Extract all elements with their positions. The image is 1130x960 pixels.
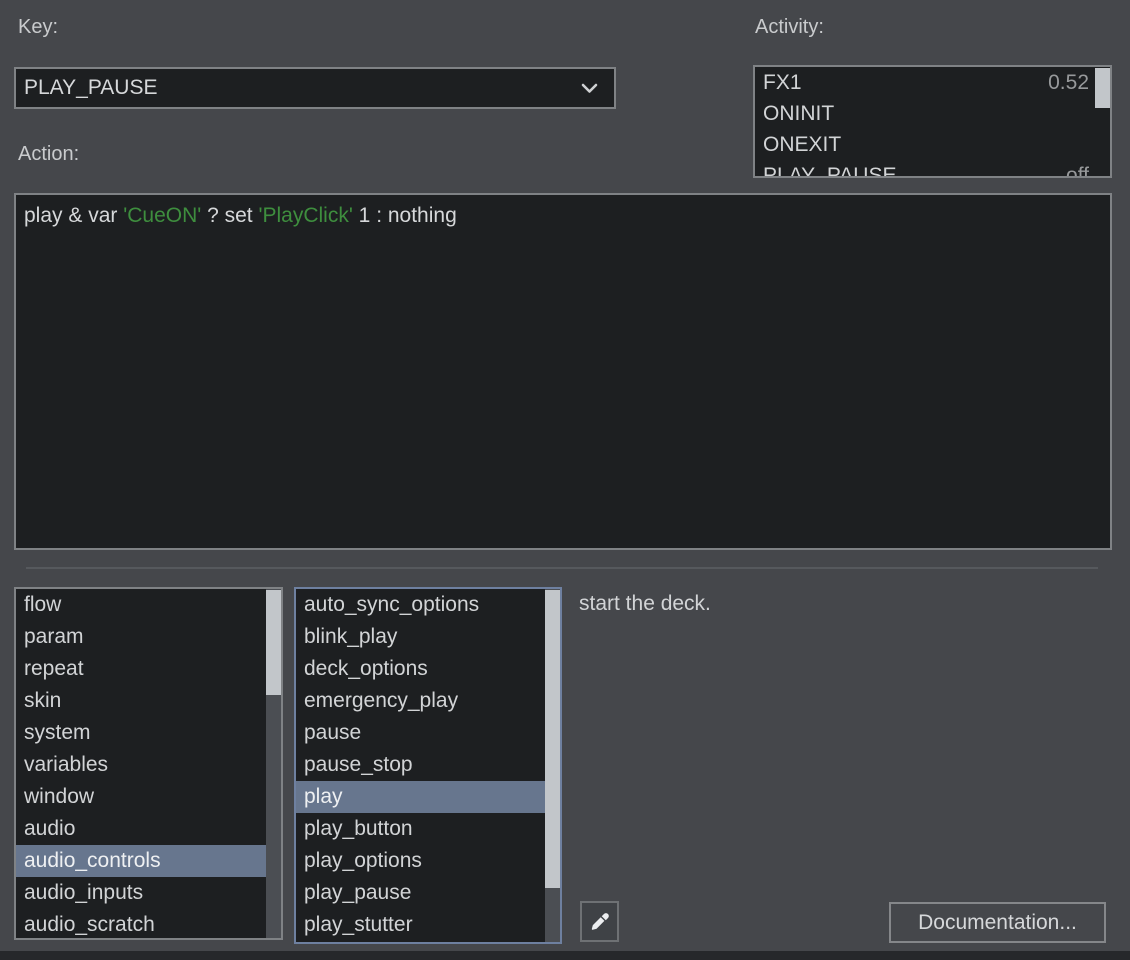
key-label: Key: xyxy=(18,16,58,39)
divider xyxy=(26,567,1098,569)
command-list-item[interactable]: emergency_play xyxy=(296,685,545,717)
command-list-item[interactable]: pause_stop xyxy=(296,749,545,781)
key-select-value: PLAY_PAUSE xyxy=(24,76,157,100)
category-scrollbar-thumb[interactable] xyxy=(266,590,281,695)
activity-key-value: 0.52 xyxy=(1048,67,1089,98)
command-description: start the deck. xyxy=(579,592,711,616)
action-editor[interactable]: play & var 'CueON' ? set 'PlayClick' 1 :… xyxy=(14,193,1112,550)
command-scrollbar-thumb[interactable] xyxy=(545,590,560,888)
activity-rows: FX1 0.52 ONINITONEXITPLAY_PAUSE off xyxy=(755,67,1095,178)
documentation-button[interactable]: Documentation... xyxy=(889,902,1106,943)
command-list-item[interactable]: play_button xyxy=(296,813,545,845)
activity-row[interactable]: ONEXIT xyxy=(755,129,1095,160)
key-select[interactable]: PLAY_PAUSE xyxy=(14,67,616,109)
command-list-item[interactable]: pause xyxy=(296,717,545,749)
category-list-item-selected[interactable]: audio_controls xyxy=(16,845,266,877)
activity-row[interactable]: PLAY_PAUSE off xyxy=(755,160,1095,178)
category-list-item[interactable]: skin xyxy=(16,685,266,717)
action-token-string: 'CueON' xyxy=(123,204,201,227)
category-list-item[interactable]: audio xyxy=(16,813,266,845)
activity-list[interactable]: FX1 0.52 ONINITONEXITPLAY_PAUSE off xyxy=(753,65,1112,178)
action-token-plain: 1 : nothing xyxy=(353,204,457,227)
activity-scrollbar-thumb[interactable] xyxy=(1095,68,1110,108)
category-list[interactable]: flowparamrepeatskinsystemvariableswindow… xyxy=(14,587,283,940)
activity-label: Activity: xyxy=(755,16,824,39)
command-list-item[interactable]: blink_play xyxy=(296,621,545,653)
window-bottom-edge xyxy=(0,951,1130,960)
command-list-item-selected[interactable]: play xyxy=(296,781,545,813)
action-token-plain: play & var xyxy=(24,204,123,227)
command-list-item[interactable]: play_options xyxy=(296,845,545,877)
eyedropper-icon xyxy=(589,911,611,933)
activity-scrollbar[interactable] xyxy=(1095,67,1110,176)
category-list-item[interactable]: audio_inputs xyxy=(16,877,266,909)
category-list-item[interactable]: flow xyxy=(16,589,266,621)
chevron-down-icon xyxy=(581,83,598,94)
category-list-item[interactable]: repeat xyxy=(16,653,266,685)
category-list-item[interactable]: param xyxy=(16,621,266,653)
activity-row[interactable]: ONINIT xyxy=(755,98,1095,129)
category-list-item[interactable]: window xyxy=(16,781,266,813)
activity-row[interactable]: FX1 0.52 xyxy=(755,67,1095,98)
category-list-item[interactable]: variables xyxy=(16,749,266,781)
command-list-item[interactable]: play_stutter xyxy=(296,909,545,941)
activity-key-name: ONINIT xyxy=(763,98,834,129)
command-list-item[interactable]: auto_sync_options xyxy=(296,589,545,621)
activity-key-name: FX1 xyxy=(763,67,802,98)
pick-action-button[interactable] xyxy=(580,901,619,942)
category-list-item[interactable]: system xyxy=(16,717,266,749)
action-token-string: 'PlayClick' xyxy=(258,204,352,227)
documentation-button-label: Documentation... xyxy=(918,911,1077,935)
action-label: Action: xyxy=(18,143,79,166)
command-list-item[interactable]: play_pause xyxy=(296,877,545,909)
category-scrollbar[interactable] xyxy=(266,589,281,938)
activity-key-name: PLAY_PAUSE xyxy=(763,160,896,178)
action-token-plain: ? set xyxy=(201,204,258,227)
command-list[interactable]: auto_sync_optionsblink_playdeck_optionse… xyxy=(294,587,562,944)
category-list-item[interactable]: audio_scratch xyxy=(16,909,266,940)
activity-key-name: ONEXIT xyxy=(763,129,841,160)
activity-key-value: off xyxy=(1066,160,1089,178)
command-scrollbar[interactable] xyxy=(545,589,560,942)
category-list-rows: flowparamrepeatskinsystemvariableswindow… xyxy=(16,589,266,940)
command-list-item[interactable]: deck_options xyxy=(296,653,545,685)
command-list-rows: auto_sync_optionsblink_playdeck_optionse… xyxy=(296,589,545,941)
